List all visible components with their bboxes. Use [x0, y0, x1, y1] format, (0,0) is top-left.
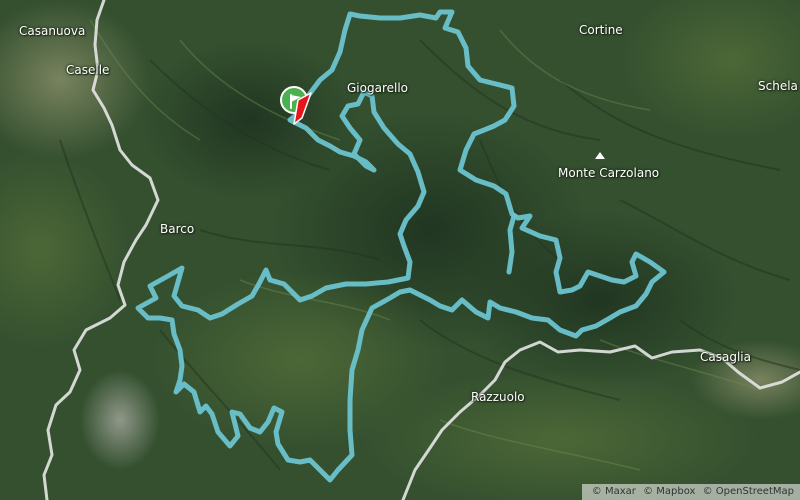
place-label-cortine: Cortine [579, 23, 623, 37]
attribution-osm-link[interactable]: © OpenStreetMap [703, 486, 794, 497]
map-attribution: © Maxar © Mapbox © OpenStreetMap [581, 484, 800, 500]
attribution-maxar-link[interactable]: © Maxar [592, 486, 636, 497]
route-overlay [135, 9, 667, 483]
place-label-schela: Schela [758, 79, 798, 93]
place-label-casaglia: Casaglia [700, 350, 751, 364]
place-label-caselle: Caselle [66, 63, 110, 77]
start-finish-marker-icon[interactable] [280, 84, 314, 128]
place-label-barco: Barco [160, 222, 195, 236]
attribution-mapbox-link[interactable]: © Mapbox [643, 486, 695, 497]
place-label-casanuova: Casanuova [19, 24, 86, 38]
place-label-giogarello: Giogarello [347, 81, 409, 95]
route-spur[interactable] [506, 213, 517, 275]
place-label-monte-carzolano: Monte Carzolano [558, 166, 660, 180]
place-label-razzuolo: Razzuolo [471, 390, 525, 404]
peak-icon [595, 152, 605, 159]
map-view[interactable]: Casanuova Caselle Giogarello Cortine Sch… [0, 0, 800, 500]
